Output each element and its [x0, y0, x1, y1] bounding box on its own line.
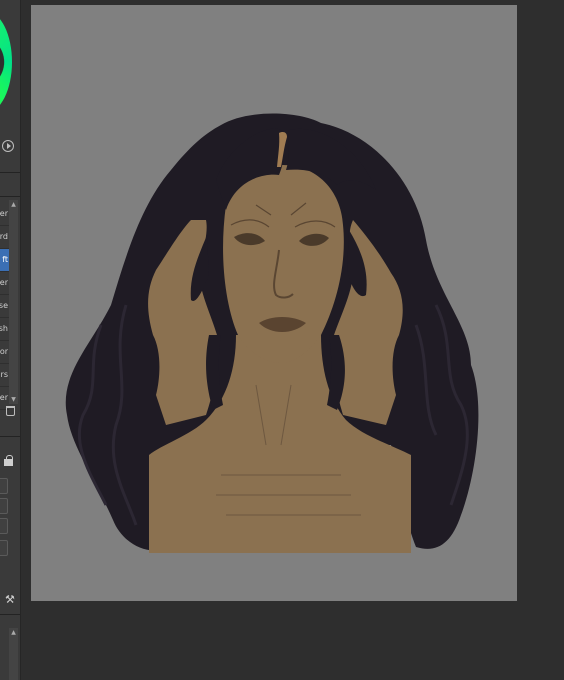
panel-divider [0, 614, 20, 615]
panel-divider [0, 172, 20, 173]
tool-button[interactable] [0, 498, 8, 514]
brush-list-item[interactable]: se [0, 295, 9, 318]
brush-list-item[interactable]: er [0, 272, 9, 295]
trash-icon[interactable] [6, 406, 15, 416]
panel-divider [0, 196, 20, 197]
lock-icon[interactable] [4, 455, 13, 466]
tool-button[interactable] [0, 540, 8, 556]
tool-button[interactable] [0, 518, 8, 534]
scroll-up-icon[interactable]: ▲ [9, 200, 18, 209]
play-icon[interactable] [2, 140, 14, 152]
scroll-down-icon[interactable]: ▼ [9, 395, 18, 404]
tool-button[interactable] [0, 478, 8, 494]
brush-list-item[interactable]: rd [0, 226, 9, 249]
color-wheel[interactable] [0, 12, 12, 112]
brush-list-item-selected[interactable]: ft [0, 249, 9, 272]
panel-divider [0, 436, 20, 437]
lower-scrollbar[interactable]: ▲ [9, 628, 18, 680]
brush-list-item[interactable]: sh [0, 318, 9, 341]
left-palette-panel: er rd ft er se sh or rs er ▲ ▼ ⚒ ▲ [0, 0, 21, 680]
scroll-up-icon[interactable]: ▲ [9, 628, 18, 637]
wrench-icon[interactable]: ⚒ [5, 594, 17, 606]
brush-list: er rd ft er se sh or rs er [0, 203, 9, 410]
artwork-painting [65, 113, 479, 553]
brush-list-item[interactable]: er [0, 203, 9, 226]
brush-list-item[interactable]: or [0, 341, 9, 364]
brush-list-scrollbar[interactable]: ▲ ▼ [9, 200, 18, 404]
drawing-canvas[interactable] [31, 5, 517, 601]
brush-list-item[interactable]: rs [0, 364, 9, 387]
